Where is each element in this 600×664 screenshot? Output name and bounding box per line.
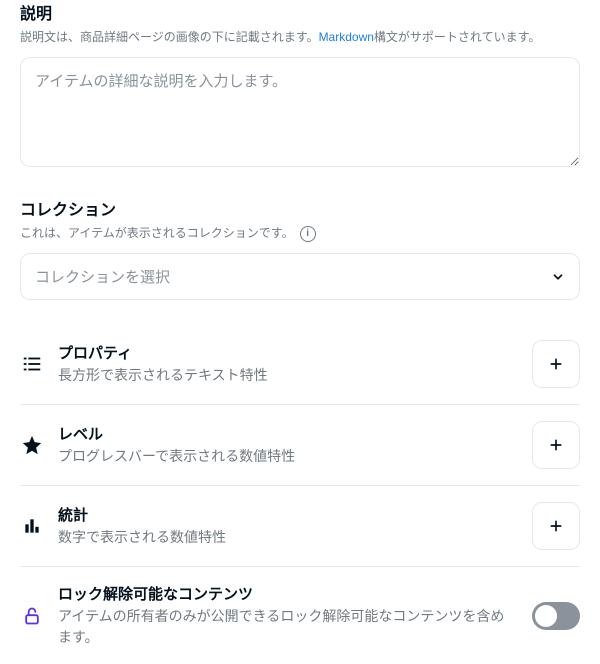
properties-row: プロパティ 長方形で表示されるテキスト特性 xyxy=(20,324,580,405)
stats-desc: 数字で表示される数値特性 xyxy=(58,527,518,548)
collection-hint: これは、アイテムが表示されるコレクションです。 i xyxy=(20,224,580,243)
stats-row: 統計 数字で表示される数値特性 xyxy=(20,486,580,567)
plus-icon xyxy=(548,356,564,372)
unlockable-row: ロック解除可能なコンテンツ アイテムの所有者のみが公開できるロック解除可能なコン… xyxy=(20,567,580,664)
chevron-down-icon xyxy=(551,270,565,284)
description-hint: 説明文は、商品詳細ページの画像の下に記載されます。 Markdown 構文がサポ… xyxy=(20,28,580,47)
description-section: 説明 説明文は、商品詳細ページの画像の下に記載されます。 Markdown 構文… xyxy=(20,0,580,172)
properties-title: プロパティ xyxy=(58,342,518,363)
description-label: 説明 xyxy=(20,0,580,24)
levels-desc: プログレスバーで表示される数値特性 xyxy=(58,446,518,467)
toggle-knob xyxy=(535,605,557,627)
collection-hint-text: これは、アイテムが表示されるコレクションです。 xyxy=(20,224,294,243)
levels-text: レベル プログレスバーで表示される数値特性 xyxy=(58,423,518,467)
add-properties-button[interactable] xyxy=(532,340,580,388)
info-icon[interactable]: i xyxy=(300,226,316,242)
levels-title: レベル xyxy=(58,423,518,444)
unlockable-title: ロック解除可能なコンテンツ xyxy=(58,583,518,604)
unlockable-text: ロック解除可能なコンテンツ アイテムの所有者のみが公開できるロック解除可能なコン… xyxy=(58,583,518,648)
markdown-link[interactable]: Markdown xyxy=(319,28,374,47)
plus-icon xyxy=(548,437,564,453)
lock-open-icon xyxy=(20,604,44,628)
collection-placeholder: コレクションを選択 xyxy=(35,266,170,287)
collection-section: コレクション これは、アイテムが表示されるコレクションです。 i コレクションを… xyxy=(20,196,580,300)
unlockable-desc: アイテムの所有者のみが公開できるロック解除可能なコンテンツを含めます。 xyxy=(58,606,518,648)
collection-label: コレクション xyxy=(20,196,580,220)
bars-icon xyxy=(20,514,44,538)
properties-desc: 長方形で表示されるテキスト特性 xyxy=(58,365,518,386)
list-icon xyxy=(20,352,44,376)
levels-row: レベル プログレスバーで表示される数値特性 xyxy=(20,405,580,486)
description-hint-after: 構文がサポートされています。 xyxy=(374,28,540,47)
description-hint-before: 説明文は、商品詳細ページの画像の下に記載されます。 xyxy=(20,28,319,47)
properties-text: プロパティ 長方形で表示されるテキスト特性 xyxy=(58,342,518,386)
stats-text: 統計 数字で表示される数値特性 xyxy=(58,504,518,548)
add-levels-button[interactable] xyxy=(532,421,580,469)
unlockable-toggle[interactable] xyxy=(532,602,580,630)
plus-icon xyxy=(548,518,564,534)
stats-title: 統計 xyxy=(58,504,518,525)
add-stats-button[interactable] xyxy=(532,502,580,550)
star-icon xyxy=(20,433,44,457)
traits-block: プロパティ 長方形で表示されるテキスト特性 レベル プログレスバーで表示される数… xyxy=(20,324,580,664)
description-input[interactable] xyxy=(20,57,580,167)
collection-select[interactable]: コレクションを選択 xyxy=(20,253,580,300)
